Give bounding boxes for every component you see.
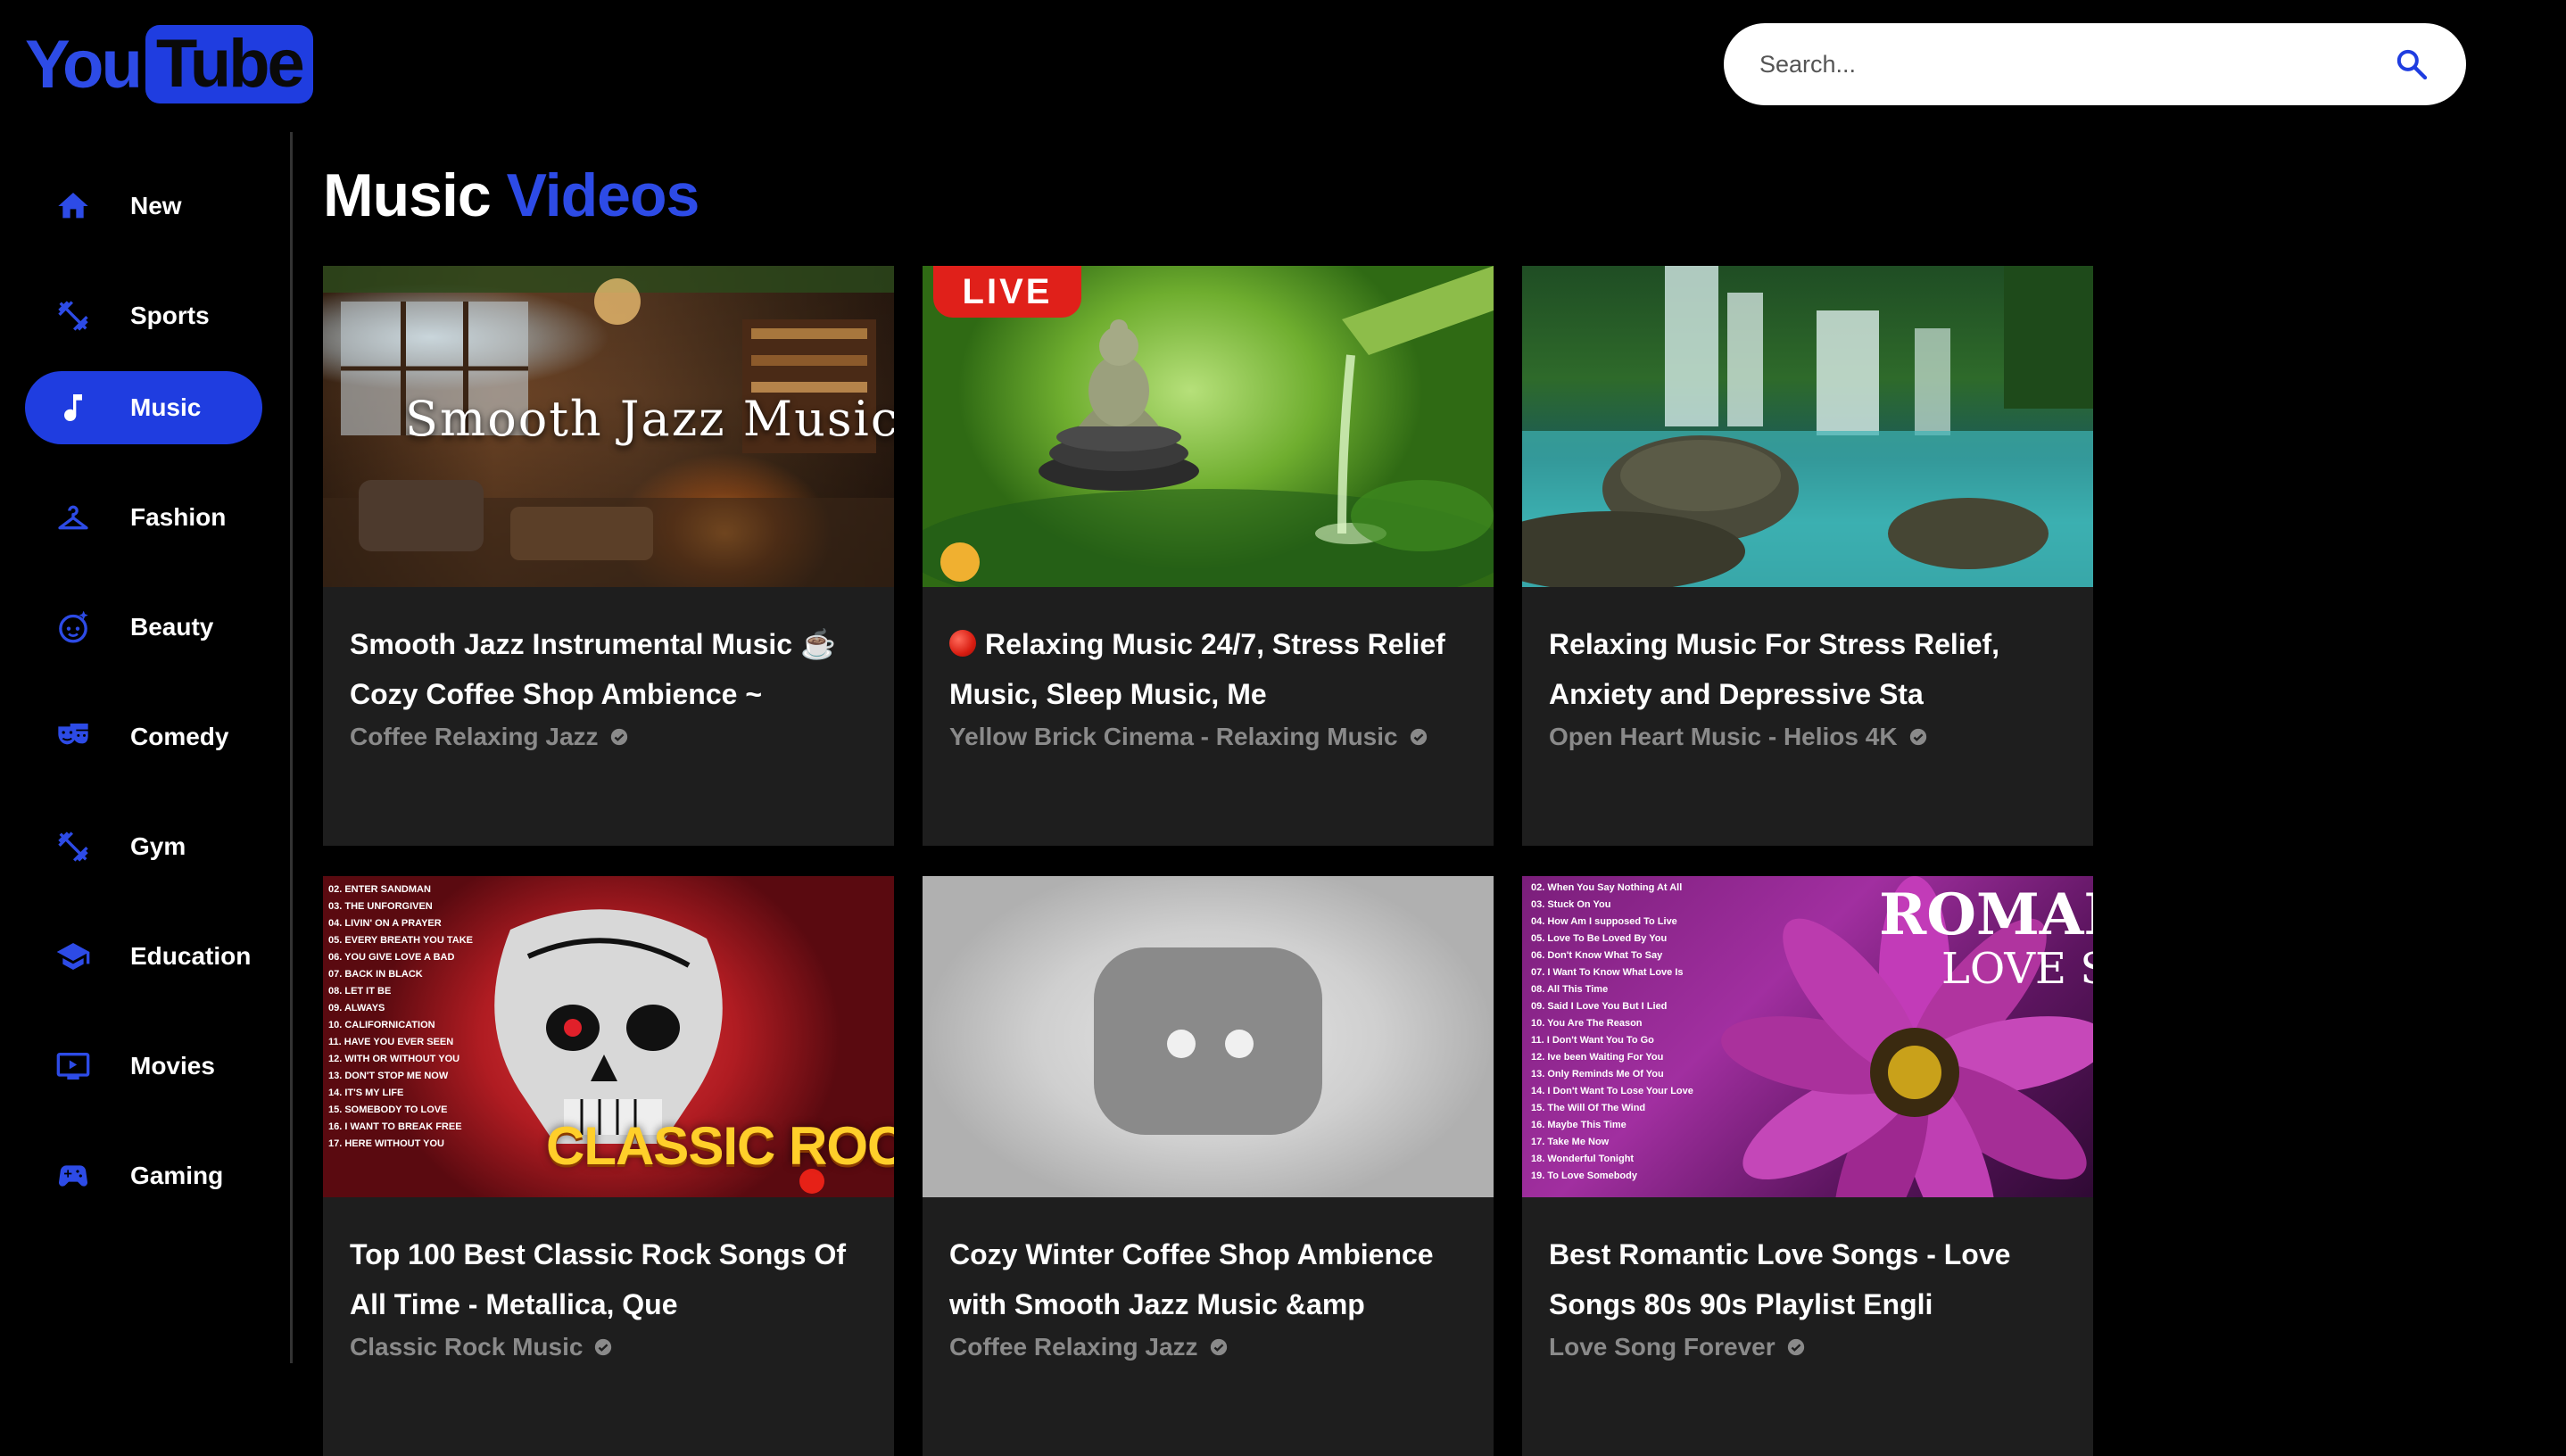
channel-name[interactable]: Classic Rock Music (350, 1333, 583, 1361)
channel-name[interactable]: Yellow Brick Cinema - Relaxing Music (949, 723, 1398, 751)
verified-check-icon (1787, 1338, 1804, 1356)
search-bar (1724, 23, 2466, 105)
video-card[interactable]: 02. ENTER SANDMAN 03. THE UNFORGIVEN 04. L… (323, 876, 894, 1456)
thumbnail-caption: CLASSIC ROCK (546, 1116, 894, 1176)
video-thumbnail[interactable] (1522, 266, 2093, 587)
face-retouching-icon (54, 608, 93, 647)
sidebar-item-label: Movies (130, 1052, 215, 1080)
video-thumbnail[interactable]: Smooth Jazz Music (323, 266, 894, 587)
verified-check-icon (595, 1338, 612, 1356)
sidebar-item-education[interactable]: Education (25, 920, 262, 993)
video-card[interactable]: Smooth Jazz Music Smooth Jazz Instrument… (323, 266, 894, 846)
video-card[interactable]: 02. When You Say Nothing At All 03. Stuck… (1522, 876, 2093, 1456)
gamepad-icon (54, 1156, 93, 1195)
logo-tube-text: Tube (145, 25, 313, 103)
sidebar-item-gym[interactable]: Gym (25, 810, 262, 883)
channel-name[interactable]: Coffee Relaxing Jazz (949, 1333, 1198, 1361)
thumbnail-caption: LOVE SO (1941, 944, 2093, 994)
tracklist-overlay: 02. When You Say Nothing At All 03. Stuck… (1531, 882, 1693, 1181)
music-note-icon (54, 388, 93, 427)
sidebar-item-label: Beauty (130, 613, 214, 641)
search-input[interactable] (1758, 49, 2391, 79)
page-title-primary: Music (323, 161, 492, 229)
home-icon (54, 186, 93, 226)
video-thumbnail[interactable]: 02. ENTER SANDMAN 03. THE UNFORGIVEN 04. L… (323, 876, 894, 1197)
sidebar-item-movies[interactable]: Movies (25, 1030, 262, 1103)
tracklist-overlay: 02. ENTER SANDMAN 03. THE UNFORGIVEN 04. L… (328, 884, 473, 1149)
video-title[interactable]: Smooth Jazz Instrumental Music ☕ Cozy Co… (350, 619, 867, 719)
video-title-text: Relaxing Music 24/7, Stress Relief Music… (949, 628, 1445, 710)
verified-check-icon (610, 728, 627, 746)
channel-name[interactable]: Coffee Relaxing Jazz (350, 723, 599, 751)
youtube-logo[interactable]: You Tube (25, 23, 313, 105)
sidebar-item-label: Music (130, 393, 202, 421)
header: You Tube (0, 0, 2566, 132)
logo-you-text: You (25, 26, 143, 103)
video-thumbnail[interactable] (923, 876, 1494, 1197)
sidebar-item-label: Education (130, 942, 252, 970)
page-title: Music Videos (323, 161, 699, 230)
sidebar-item-label: New (130, 192, 182, 219)
video-thumbnail[interactable]: 02. When You Say Nothing At All 03. Stuck… (1522, 876, 2093, 1197)
tv-icon (54, 1046, 93, 1086)
verified-check-icon (1210, 1338, 1227, 1356)
live-badge: LIVE (933, 266, 1081, 318)
video-card[interactable]: Relaxing Music For Stress Relief, Anxiet… (1522, 266, 2093, 846)
channel-name[interactable]: Love Song Forever (1549, 1333, 1776, 1361)
dumbbell-icon (54, 827, 93, 866)
page-title-accent: Videos (506, 161, 700, 229)
graduation-cap-icon (54, 937, 93, 976)
sidebar-item-music[interactable]: Music (25, 371, 262, 444)
sidebar-item-gaming[interactable]: Gaming (25, 1139, 262, 1212)
theater-masks-icon (54, 717, 93, 757)
video-title[interactable]: Cozy Winter Coffee Shop Ambience with Sm… (949, 1229, 1467, 1329)
video-unavailable-icon (1094, 947, 1322, 1135)
sidebar: New Sports Music Fashion Beauty Comedy G… (0, 132, 293, 1363)
search-icon[interactable] (2391, 44, 2432, 85)
verified-check-icon (1909, 728, 1926, 746)
channel-name[interactable]: Open Heart Music - Helios 4K (1549, 723, 1898, 751)
sidebar-item-sports[interactable]: Sports (25, 279, 262, 352)
sidebar-item-comedy[interactable]: Comedy (25, 700, 262, 774)
thumbnail-caption: ROMANTI (1879, 881, 2093, 948)
sidebar-item-label: Gym (130, 832, 186, 860)
video-card[interactable]: Cozy Winter Coffee Shop Ambience with Sm… (923, 876, 1494, 1456)
video-title[interactable]: Relaxing Music For Stress Relief, Anxiet… (1549, 619, 2066, 719)
sidebar-item-label: Sports (130, 302, 210, 329)
sidebar-item-beauty[interactable]: Beauty (25, 591, 262, 664)
sidebar-item-label: Fashion (130, 503, 227, 531)
sidebar-item-label: Gaming (130, 1162, 224, 1189)
sidebar-item-label: Comedy (130, 723, 229, 750)
video-title[interactable]: Relaxing Music 24/7, Stress Relief Music… (949, 619, 1467, 719)
verified-check-icon (1410, 728, 1427, 746)
hanger-icon (54, 498, 93, 537)
live-dot-icon (949, 630, 976, 657)
thumbnail-caption: Smooth Jazz Music (405, 391, 894, 447)
video-thumbnail[interactable]: LIVE (923, 266, 1494, 587)
waterfall-illustration (1522, 266, 2093, 587)
video-card[interactable]: LIVE Relaxing Music 24/7, Stress Relief … (923, 266, 1494, 846)
sidebar-item-new[interactable]: New (25, 170, 262, 243)
sidebar-item-fashion[interactable]: Fashion (25, 481, 262, 554)
video-title[interactable]: Top 100 Best Classic Rock Songs Of All T… (350, 1229, 867, 1329)
dumbbell-icon (54, 296, 93, 335)
video-title[interactable]: Best Romantic Love Songs - Love Songs 80… (1549, 1229, 2066, 1329)
